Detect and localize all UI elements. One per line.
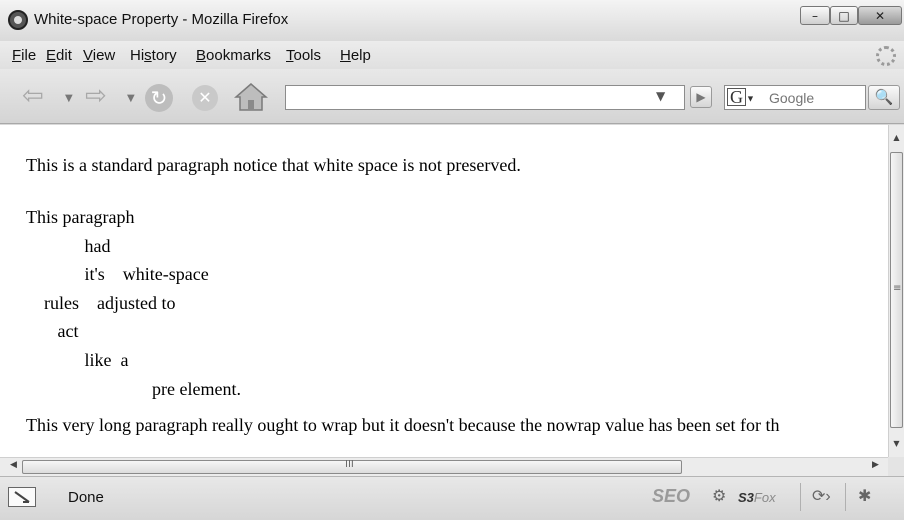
status-text: Done [68,489,104,506]
title-bar: White-space Property - Mozilla Firefox –… [0,0,904,41]
reload-icon[interactable]: ↻ [145,84,173,112]
chevron-down-icon: ▼ [746,93,755,104]
forward-history-dropdown[interactable]: ▼ [127,93,135,104]
search-engine-button[interactable]: G ▼ [727,87,765,108]
pre-paragraph: This paragraph had it's white-space rule… [26,207,241,399]
menu-access-key: H [340,47,351,64]
s3fox-label: S3 [738,490,754,505]
menu-access-key: s [144,47,152,64]
scroll-up-icon[interactable]: ▲ [889,133,904,149]
search-input[interactable] [767,87,863,108]
web-developer-extension-icon[interactable]: ⚙ [712,486,726,506]
horizontal-scroll-thumb[interactable]: III [22,459,682,474]
s3fox-suffix: Fox [753,490,776,505]
horizontal-scrollbar[interactable]: ◀ III ▶ [0,457,888,476]
menu-access-key: V [83,47,93,64]
menu-tools[interactable]: Tools [286,47,321,64]
menu-access-key: B [196,47,207,64]
status-separator [845,483,846,511]
menu-history[interactable]: History [130,47,177,64]
back-history-dropdown[interactable]: ▼ [65,93,73,104]
status-separator [800,483,801,511]
close-button[interactable]: ✕ [858,6,902,25]
scroll-left-icon[interactable]: ◀ [10,460,17,470]
scroll-right-icon[interactable]: ▶ [872,460,879,470]
google-engine-icon: G [727,88,746,106]
extension-arrows-icon[interactable]: ⟳› [812,486,831,506]
grip-icon: III [345,459,354,470]
standard-paragraph: This is a standard paragraph notice that… [26,155,521,175]
back-arrow-icon[interactable]: ⇦ [22,83,44,109]
go-button[interactable]: ▶ [690,86,712,108]
menu-file[interactable]: File [12,47,36,64]
home-icon[interactable] [233,82,269,112]
firebug-icon[interactable]: ✱ [858,486,871,506]
page-content: This is a standard paragraph notice that… [0,125,888,457]
menu-access-key: T [286,47,294,64]
search-icon[interactable]: 🔍 [868,85,900,110]
url-input[interactable] [288,87,618,108]
stop-icon[interactable]: ✕ [192,85,218,111]
status-bar: Done SEO ⚙ S3Fox ⟳› ✱ [0,476,904,520]
url-bar: ▼ [285,85,685,110]
status-security-icon [8,487,36,507]
maximize-button[interactable]: □ [830,6,858,25]
url-history-dropdown[interactable]: ▼ [656,89,665,103]
menu-view[interactable]: View [83,47,115,64]
menu-bar: File Edit View History Bookmarks Tools H… [0,41,904,69]
window-title: White-space Property - Mozilla Firefox [34,11,289,28]
scrollbar-corner [888,457,904,476]
firefox-app-icon [8,10,28,30]
vertical-scrollbar[interactable]: ▲ ≡ ▼ [888,125,904,457]
forward-arrow-icon[interactable]: ⇨ [85,83,107,109]
scroll-down-icon[interactable]: ▼ [889,439,904,455]
navigation-toolbar: ⇦ ▼ ⇨ ▼ ↻ ✕ ▼ ▶ G▼ 🔍 [0,69,904,124]
grip-icon: ≡ [893,283,902,294]
vertical-scroll-thumb[interactable]: ≡ [890,152,903,428]
seo-extension-icon[interactable]: SEO [652,486,690,507]
menu-access-key: E [46,47,57,64]
activity-throbber-icon [876,46,896,66]
search-bar: G ▼ [724,85,866,110]
minimize-button[interactable]: – [800,6,830,25]
menu-edit[interactable]: Edit [46,47,72,64]
menu-bookmarks[interactable]: Bookmarks [196,47,271,64]
close-icon: ✕ [874,9,886,23]
minimize-icon: – [812,9,818,23]
menu-access-key: F [12,47,22,64]
s3fox-extension-button[interactable]: S3Fox [738,490,776,505]
maximize-icon: □ [838,9,850,23]
menu-help[interactable]: Help [340,47,371,64]
browser-window: White-space Property - Mozilla Firefox –… [0,0,904,520]
nowrap-paragraph: This very long paragraph really ought to… [26,415,780,435]
